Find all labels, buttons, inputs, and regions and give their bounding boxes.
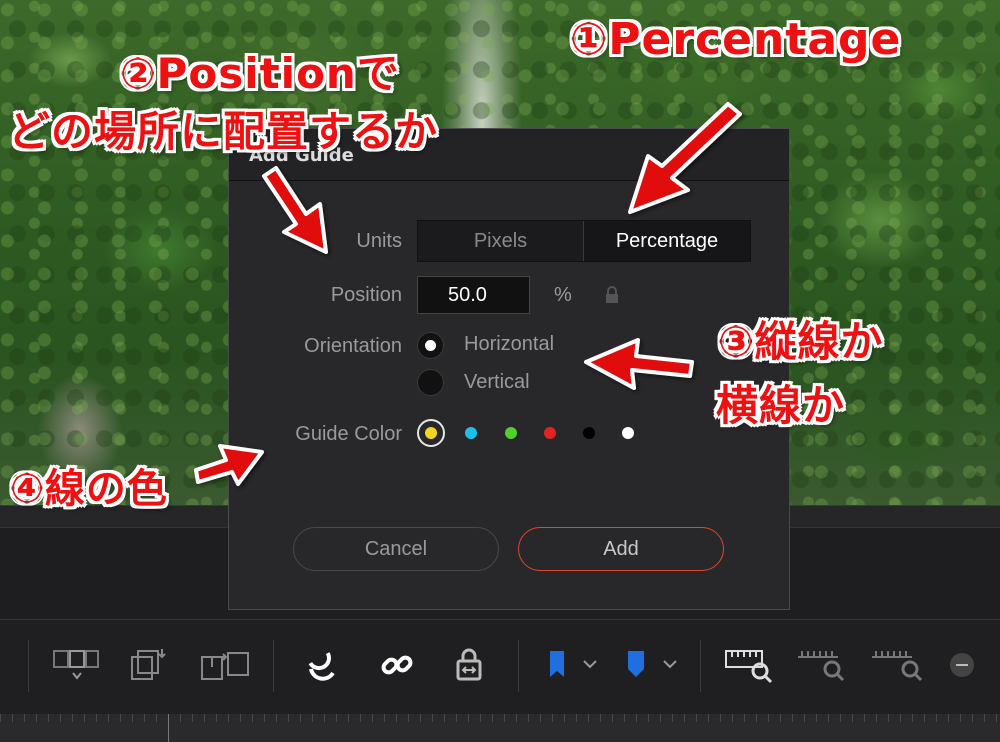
overwrite-clip-icon[interactable] [48,640,104,690]
swap-clip-icon[interactable] [196,640,256,690]
toolbar-separator [28,640,29,692]
annotation-orientation-line1: ③縦線か [718,317,884,366]
cancel-button[interactable]: Cancel [293,527,499,571]
color-swatch-black[interactable] [583,427,595,439]
zoom-full-icon[interactable] [718,640,778,690]
annotation-position-line1: ②Positionで [120,49,400,98]
annotation-percentage: ①Percentage [570,14,902,65]
toolbar-separator [518,640,519,692]
orientation-radio-horizontal[interactable] [417,332,444,359]
color-swatch-yellow[interactable] [425,427,437,439]
position-unit: % [554,284,572,306]
marker-icon[interactable] [618,640,682,690]
toolbar-separator [700,640,701,692]
playhead[interactable] [168,714,169,742]
add-button[interactable]: Add [518,527,724,571]
orientation-label: Orientation [304,335,402,357]
annotation-position-line2: どの場所に配置するか [8,107,439,156]
position-lock-icon[interactable] [446,640,492,690]
color-swatch-red[interactable] [544,427,556,439]
snapping-icon[interactable] [300,640,346,690]
annotation-orientation-line2: 横線か [716,381,846,430]
linked-selection-icon[interactable] [374,640,420,690]
zoom-detail-icon[interactable] [792,640,852,690]
orientation-horizontal-label[interactable]: Horizontal [464,333,554,356]
orientation-radio-vertical[interactable] [417,369,444,396]
units-label: Units [356,230,402,252]
units-option-percentage[interactable]: Percentage [583,221,750,261]
lock-icon[interactable] [603,286,621,304]
position-input[interactable]: 50.0 [417,276,530,314]
units-segmented-control: Pixels Percentage [417,220,751,262]
guide-color-label: Guide Color [295,423,402,445]
color-swatch-cyan[interactable] [465,427,477,439]
color-swatch-green[interactable] [505,427,517,439]
zoom-out-icon[interactable] [946,640,978,690]
zoom-custom-icon[interactable] [866,640,926,690]
color-swatch-white[interactable] [622,427,634,439]
replace-clip-icon[interactable] [125,640,175,690]
add-guide-dialog: Add Guide Units Pixels Percentage Positi… [228,128,790,610]
annotation-color: ④線の色 [10,466,168,512]
flag-icon[interactable] [538,640,602,690]
orientation-vertical-label[interactable]: Vertical [464,371,530,394]
units-option-pixels[interactable]: Pixels [418,221,583,261]
position-label: Position [330,284,402,306]
timeline-ruler[interactable] [0,714,1000,742]
toolbar-separator [273,640,274,692]
